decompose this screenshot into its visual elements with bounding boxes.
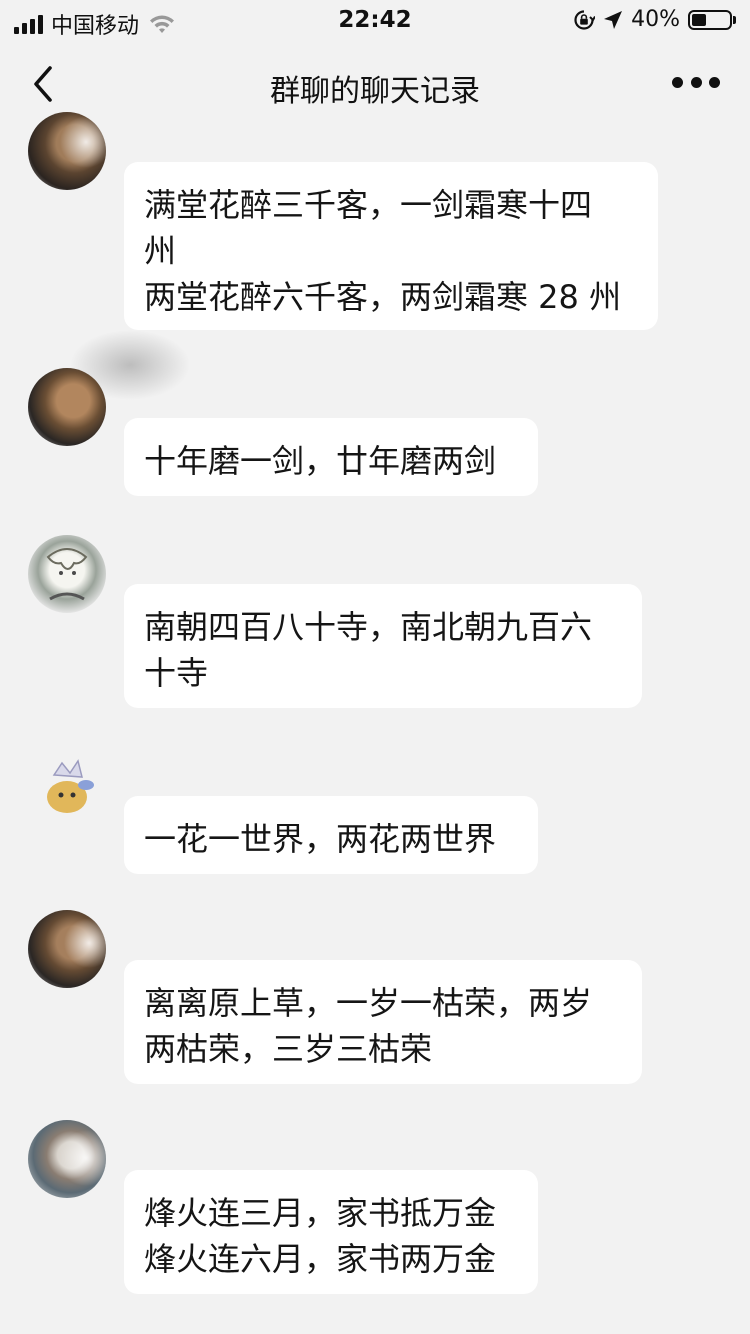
message-bubble: 南朝四百八十寺，南北朝九百六 十寺: [124, 584, 642, 708]
location-arrow-icon: [604, 10, 623, 29]
avatar[interactable]: [28, 368, 106, 446]
more-button[interactable]: [672, 70, 720, 94]
message-bubble: 离离原上草，一岁一枯荣，两岁 两枯荣，三岁三枯荣: [124, 960, 642, 1084]
message-bubble: 一花一世界，两花两世界: [124, 796, 538, 874]
message-bubble: 满堂花醉三千客，一剑霜寒十四 州 两堂花醉六千客，两剑霜寒 28 州: [124, 162, 658, 330]
orientation-lock-icon: [574, 9, 596, 30]
message-bubble: 烽火连三月，家书抵万金 烽火连六月，家书两万金: [124, 1170, 538, 1294]
page-title: 群聊的聊天记录: [270, 74, 480, 109]
avatar-art: [47, 759, 94, 813]
nav-bar: 群聊的聊天记录: [0, 40, 750, 126]
avatar-art: [46, 548, 88, 601]
ellipsis-icon: [672, 76, 683, 88]
avatar[interactable]: [28, 535, 106, 613]
avatar[interactable]: [28, 745, 106, 823]
status-bar-right: 40%: [573, 7, 736, 32]
status-bar: 中国移动 22:42 40%: [0, 0, 750, 40]
battery-icon: [688, 9, 732, 30]
message-bubble: 十年磨一剑，廿年磨两剑: [124, 418, 538, 496]
avatar[interactable]: [28, 112, 106, 190]
avatar[interactable]: [28, 1120, 106, 1198]
avatar[interactable]: [28, 910, 106, 988]
battery-percent: 40%: [631, 7, 680, 32]
